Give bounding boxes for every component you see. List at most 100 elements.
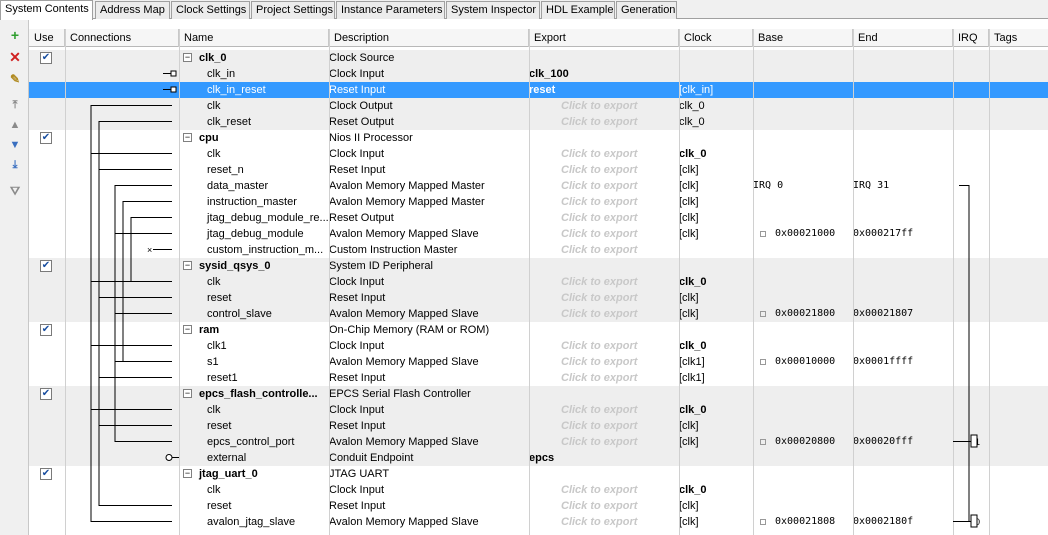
irq-cell[interactable] xyxy=(953,290,989,306)
base-address-cell[interactable] xyxy=(753,50,853,66)
interface-row[interactable]: epcs_control_port Avalon Memory Mapped Sl… xyxy=(29,434,1048,450)
clock-cell[interactable] xyxy=(679,386,753,402)
irq-cell[interactable] xyxy=(953,386,989,402)
interface-name[interactable]: jtag_debug_module_re... xyxy=(179,210,329,226)
clock-cell[interactable] xyxy=(679,450,753,466)
irq-cell[interactable] xyxy=(953,146,989,162)
component-row[interactable]: ✔ − clk_0 Clock Source xyxy=(29,50,1048,66)
move-down-icon[interactable]: ▼ xyxy=(6,136,24,154)
export-cell[interactable]: Click to export xyxy=(529,162,679,178)
plus-icon[interactable]: + xyxy=(6,26,24,44)
irq-cell[interactable]: 0 xyxy=(953,514,989,530)
base-address-cell[interactable] xyxy=(753,322,853,338)
interface-row[interactable]: clk1 Clock Input Click to export clk_0 xyxy=(29,338,1048,354)
interface-row[interactable]: reset Reset Input Click to export [clk] xyxy=(29,290,1048,306)
export-cell[interactable] xyxy=(529,386,679,402)
use-checkbox[interactable]: ✔ xyxy=(40,260,52,272)
base-address-cell[interactable] xyxy=(753,466,853,482)
export-cell[interactable] xyxy=(529,466,679,482)
export-cell[interactable]: epcs xyxy=(529,450,679,466)
base-address-cell[interactable] xyxy=(753,146,853,162)
col-base[interactable]: Base xyxy=(753,29,853,47)
tab-generation[interactable]: Generation xyxy=(616,1,677,19)
irq-cell[interactable] xyxy=(953,226,989,242)
interface-name[interactable]: clk xyxy=(179,98,329,114)
base-address-cell[interactable] xyxy=(753,194,853,210)
export-cell[interactable]: Click to export xyxy=(529,194,679,210)
irq-cell[interactable] xyxy=(953,114,989,130)
base-address-cell[interactable] xyxy=(753,450,853,466)
base-address-cell[interactable]: 0x00021800 xyxy=(753,306,853,322)
interface-name[interactable]: reset xyxy=(179,418,329,434)
clock-cell[interactable]: clk_0 xyxy=(679,146,753,162)
base-address-cell[interactable]: 0x00021000 xyxy=(753,226,853,242)
interface-row[interactable]: clk_reset Reset Output Click to export clk_… xyxy=(29,114,1048,130)
irq-cell[interactable] xyxy=(953,194,989,210)
irq-cell[interactable] xyxy=(953,210,989,226)
interface-row[interactable]: clk_in Clock Input clk_100 xyxy=(29,66,1048,82)
export-cell[interactable] xyxy=(529,50,679,66)
clock-cell[interactable] xyxy=(679,466,753,482)
move-bottom-icon[interactable]: ⤓ xyxy=(6,156,24,174)
lock-icon[interactable] xyxy=(760,519,766,525)
base-address-cell[interactable] xyxy=(753,386,853,402)
export-cell[interactable]: Click to export xyxy=(529,210,679,226)
export-cell[interactable]: reset xyxy=(529,82,679,98)
export-cell[interactable]: Click to export xyxy=(529,498,679,514)
export-cell[interactable]: Click to export xyxy=(529,418,679,434)
interface-name[interactable]: clk1 xyxy=(179,338,329,354)
interface-name[interactable]: reset xyxy=(179,290,329,306)
interface-name[interactable]: reset xyxy=(179,498,329,514)
irq-cell[interactable] xyxy=(953,66,989,82)
col-description[interactable]: Description xyxy=(329,29,529,47)
component-name[interactable]: jtag_uart_0 xyxy=(179,466,329,482)
clock-cell[interactable] xyxy=(679,130,753,146)
clock-cell[interactable] xyxy=(679,50,753,66)
interface-row[interactable]: instruction_master Avalon Memory Mapped M… xyxy=(29,194,1048,210)
edit-icon[interactable]: ✎ xyxy=(6,70,24,88)
tab-system-inspector[interactable]: System Inspector xyxy=(446,1,540,19)
base-address-cell[interactable]: 0x00010000 xyxy=(753,354,853,370)
export-cell[interactable]: Click to export xyxy=(529,226,679,242)
tab-hdl-example[interactable]: HDL Example xyxy=(541,1,615,19)
col-name[interactable]: Name xyxy=(179,29,329,47)
irq-cell[interactable] xyxy=(953,82,989,98)
component-name[interactable]: sysid_qsys_0 xyxy=(179,258,329,274)
export-cell[interactable]: Click to export xyxy=(529,290,679,306)
clock-cell[interactable]: [clk] xyxy=(679,178,753,194)
interface-row[interactable]: avalon_jtag_slave Avalon Memory Mapped Sl… xyxy=(29,514,1048,530)
component-row[interactable]: ✔ − epcs_flash_controlle... EPCS Serial Fla… xyxy=(29,386,1048,402)
interface-name[interactable]: external xyxy=(179,450,329,466)
base-address-cell[interactable]: 0x00020800 xyxy=(753,434,853,450)
component-row[interactable]: ✔ − sysid_qsys_0 System ID Peripheral xyxy=(29,258,1048,274)
use-checkbox[interactable]: ✔ xyxy=(40,52,52,64)
interface-name[interactable]: instruction_master xyxy=(179,194,329,210)
component-row[interactable]: ✔ − ram On-Chip Memory (RAM or ROM) xyxy=(29,322,1048,338)
clock-cell[interactable]: [clk] xyxy=(679,210,753,226)
interface-row[interactable]: reset_n Reset Input Click to export [clk] xyxy=(29,162,1048,178)
export-cell[interactable]: Click to export xyxy=(529,146,679,162)
clock-cell[interactable]: clk_0 xyxy=(679,402,753,418)
clock-cell[interactable]: clk_0 xyxy=(679,338,753,354)
irq-cell[interactable] xyxy=(953,242,989,258)
base-address-cell[interactable] xyxy=(753,338,853,354)
clock-cell[interactable]: [clk_in] xyxy=(679,82,753,98)
irq-cell[interactable] xyxy=(953,258,989,274)
interface-name[interactable]: clk_reset xyxy=(179,114,329,130)
irq-cell[interactable] xyxy=(953,482,989,498)
export-cell[interactable]: clk_100 xyxy=(529,66,679,82)
irq-cell[interactable] xyxy=(953,322,989,338)
component-name[interactable]: clk_0 xyxy=(179,50,329,66)
base-address-cell[interactable]: 0x00021808 xyxy=(753,514,853,530)
interface-name[interactable]: clk xyxy=(179,274,329,290)
move-up-icon[interactable]: ▲ xyxy=(6,116,24,134)
filter-icon[interactable]: ⛛ xyxy=(6,182,24,200)
base-address-cell[interactable] xyxy=(753,290,853,306)
interface-row[interactable]: custom_instruction_m... Custom Instructio… xyxy=(29,242,1048,258)
clock-cell[interactable]: [clk] xyxy=(679,290,753,306)
base-address-cell[interactable] xyxy=(753,210,853,226)
clock-cell[interactable] xyxy=(679,242,753,258)
irq-cell[interactable]: 1 xyxy=(953,434,989,450)
clock-cell[interactable]: clk_0 xyxy=(679,482,753,498)
clock-cell[interactable]: clk_0 xyxy=(679,98,753,114)
